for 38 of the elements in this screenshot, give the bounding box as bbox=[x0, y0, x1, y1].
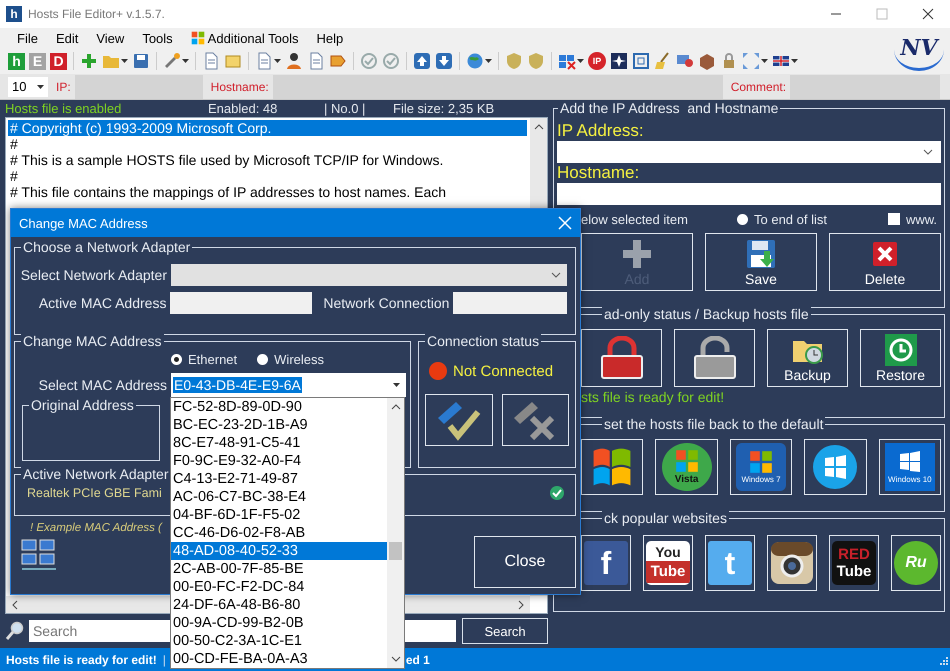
field-label: Active MAC Address bbox=[38, 295, 166, 311]
group-title: Original Address bbox=[29, 397, 136, 414]
group-title: ck popular websites bbox=[602, 510, 729, 527]
example-note: ! Example MAC Address ( bbox=[29, 522, 162, 534]
field-label: Network Connection bbox=[322, 295, 450, 311]
letter-logo-icon: t bbox=[708, 541, 752, 585]
letter-logo-icon: f bbox=[584, 541, 628, 585]
adapter-name: Realtek PCIe GBE Fami bbox=[27, 486, 162, 500]
filter-label: IP: bbox=[55, 80, 72, 94]
ip-label: IP Address: bbox=[557, 121, 645, 141]
entry-number: | No.0 | bbox=[324, 101, 366, 116]
status-separator: | bbox=[162, 652, 166, 666]
group-title: ad-only status / Backup hosts file bbox=[602, 306, 811, 323]
edit-status: sts file is ready for edit! bbox=[581, 389, 726, 405]
window-title: Hosts File Editor+ v.1.5.7. bbox=[28, 7, 165, 21]
group-title: Choose a Network Adapter bbox=[21, 239, 192, 256]
option-label: elow selected item bbox=[581, 212, 689, 226]
windows-logo-icon: Windows 7 bbox=[736, 443, 786, 491]
group-title: Change MAC Address bbox=[21, 333, 164, 350]
vista-logo-icon: Vista bbox=[662, 443, 712, 491]
filter-label: Comment: bbox=[730, 80, 788, 94]
status-message: Hosts file is ready for edit! bbox=[6, 652, 157, 666]
letter-logo-icon: Ru bbox=[894, 541, 938, 585]
video-logo-icon: RED Tube bbox=[832, 541, 876, 585]
field-label: Select MAC Address bbox=[38, 377, 167, 393]
hostname-label: Hostname: bbox=[557, 163, 640, 183]
file-size: File size: 2,35 KB bbox=[393, 101, 494, 116]
app-icon: h bbox=[6, 6, 22, 22]
group-title: Active Network Adapter bbox=[21, 466, 171, 483]
status-text: ed 1 bbox=[406, 652, 430, 666]
dialog-title: Change MAC Address bbox=[19, 216, 148, 230]
field-label: Select Network Adapter bbox=[20, 267, 167, 283]
enabled-count: Enabled: 48 bbox=[208, 101, 278, 116]
hosts-status: Hosts file is enabled bbox=[5, 101, 122, 116]
video-logo-icon: You Tube bbox=[646, 541, 690, 585]
filter-label: Hostname: bbox=[210, 80, 270, 94]
windows-logo-icon: Windows 10 bbox=[884, 443, 935, 491]
connection-status: Not Connected bbox=[453, 362, 554, 380]
